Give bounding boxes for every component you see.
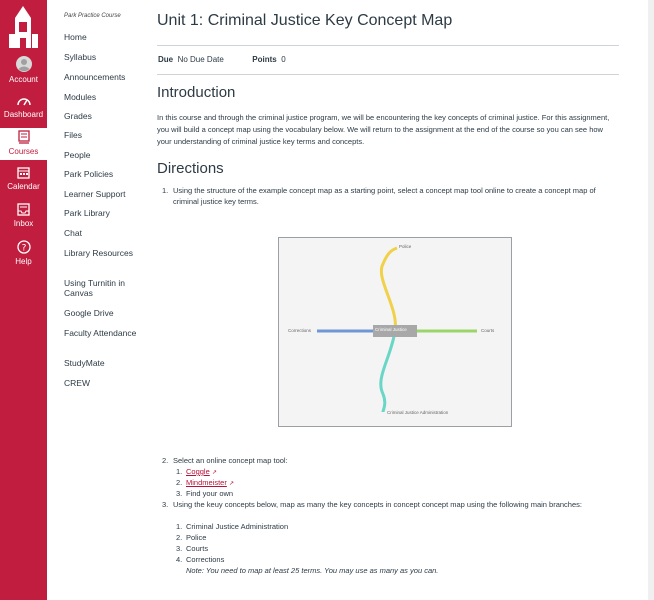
global-nav-calendar[interactable]: Calendar	[0, 166, 47, 194]
course-nav-files[interactable]: Files	[64, 130, 144, 140]
course-nav-grades[interactable]: Grades	[64, 111, 144, 121]
calendar-icon	[0, 166, 47, 181]
branch-item: Criminal Justice Administration	[186, 522, 289, 531]
course-nav-learner-support[interactable]: Learner Support	[64, 189, 144, 199]
global-nav-dashboard[interactable]: Dashboard	[0, 95, 47, 123]
dashboard-icon	[0, 95, 47, 109]
course-nav-home[interactable]: Home	[64, 32, 144, 42]
step-3-text: Using the keuy concepts below, map as ma…	[173, 500, 582, 509]
tool-number: 2.	[176, 478, 183, 487]
avatar-icon	[0, 56, 47, 74]
external-link-icon: ↗	[228, 481, 234, 487]
branch-item: Corrections	[186, 555, 225, 564]
global-nav-inbox[interactable]: Inbox	[0, 203, 47, 231]
tool-number: 3.	[176, 489, 183, 498]
concept-map-left: Corrections	[288, 328, 312, 333]
step-number: 1.	[162, 186, 169, 195]
step-2-text: Select an online concept map tool:	[173, 456, 288, 465]
course-nav-modules[interactable]: Modules	[64, 92, 144, 102]
branch-number: 2.	[176, 533, 183, 542]
due-value: No Due Date	[177, 55, 224, 64]
course-nav-syllabus[interactable]: Syllabus	[64, 52, 144, 62]
global-nav-label: Help	[15, 257, 32, 266]
global-nav-help[interactable]: ? Help	[0, 240, 47, 268]
due-points-row: Due No Due Date Points 0	[158, 55, 286, 64]
global-nav-label: Inbox	[13, 219, 34, 228]
concept-map-top: Police	[399, 244, 412, 249]
course-name[interactable]: Park Practice Course	[64, 13, 121, 19]
global-nav-label: Dashboard	[3, 110, 44, 119]
coggle-link[interactable]: Coggle	[186, 467, 210, 476]
mindmeister-link[interactable]: Mindmeister	[186, 478, 227, 487]
course-nav-google-drive[interactable]: Google Drive	[64, 308, 144, 318]
course-nav: Park Practice Course Home Syllabus Annou…	[47, 0, 147, 600]
svg-text:?: ?	[21, 244, 26, 254]
branch-number: 4.	[176, 555, 183, 564]
page-scrollbar[interactable]	[648, 0, 654, 600]
intro-heading: Introduction	[157, 84, 236, 101]
course-nav-turnitin[interactable]: Using Turnitin in Canvas	[64, 278, 144, 298]
tool-item-find-your-own: Find your own	[186, 489, 234, 498]
global-nav: Account Dashboard Courses Calendar Inbox…	[0, 0, 47, 600]
branch-item: Police	[186, 533, 207, 542]
note-text: Note: You need to map at least 25 terms.…	[186, 566, 439, 575]
course-nav-crew[interactable]: CREW	[64, 378, 144, 388]
concept-map-bottom: Criminal Justice Administration	[387, 410, 449, 415]
global-nav-account[interactable]: Account	[0, 56, 47, 84]
points-value: 0	[281, 55, 286, 64]
step-number: 3.	[162, 500, 169, 509]
course-nav-chat[interactable]: Chat	[64, 228, 144, 238]
concept-map-right: Courts	[481, 328, 495, 333]
inbox-icon	[0, 203, 47, 218]
concept-map-center: Criminal Justice	[375, 327, 407, 332]
courses-icon	[0, 130, 47, 146]
branch-item: Courts	[186, 544, 209, 553]
global-nav-label: Courses	[8, 147, 39, 156]
intro-paragraph: In this course and through the criminal …	[157, 113, 610, 146]
step-number: 2.	[162, 456, 169, 465]
global-nav-courses[interactable]: Courses	[0, 128, 47, 160]
course-nav-studymate[interactable]: StudyMate	[64, 358, 144, 368]
course-nav-announcements[interactable]: Announcements	[64, 72, 144, 82]
due-label: Due	[158, 55, 174, 64]
divider	[157, 74, 619, 75]
course-nav-faculty-attendance[interactable]: Faculty Attendance	[64, 328, 144, 338]
course-nav-park-policies[interactable]: Park Policies	[64, 169, 144, 179]
concept-map-image: Criminal Justice Police Courts Correctio…	[278, 237, 512, 427]
branch-number: 1.	[176, 522, 183, 531]
course-nav-library-resources[interactable]: Library Resources	[64, 248, 144, 258]
course-nav-people[interactable]: People	[64, 150, 144, 160]
global-nav-label: Calendar	[7, 182, 40, 191]
divider	[157, 45, 619, 46]
school-logo[interactable]	[5, 4, 42, 52]
step-1-text: Using the structure of the example conce…	[173, 186, 596, 206]
points-label: Points	[252, 55, 277, 64]
tool-number: 1.	[176, 467, 183, 476]
directions-heading: Directions	[157, 160, 224, 177]
branch-number: 3.	[176, 544, 183, 553]
external-link-icon: ↗	[211, 470, 217, 476]
global-nav-label: Account	[9, 75, 38, 84]
page-title: Unit 1: Criminal Justice Key Concept Map	[157, 12, 453, 29]
course-nav-park-library[interactable]: Park Library	[64, 208, 144, 218]
help-icon: ?	[0, 240, 47, 256]
